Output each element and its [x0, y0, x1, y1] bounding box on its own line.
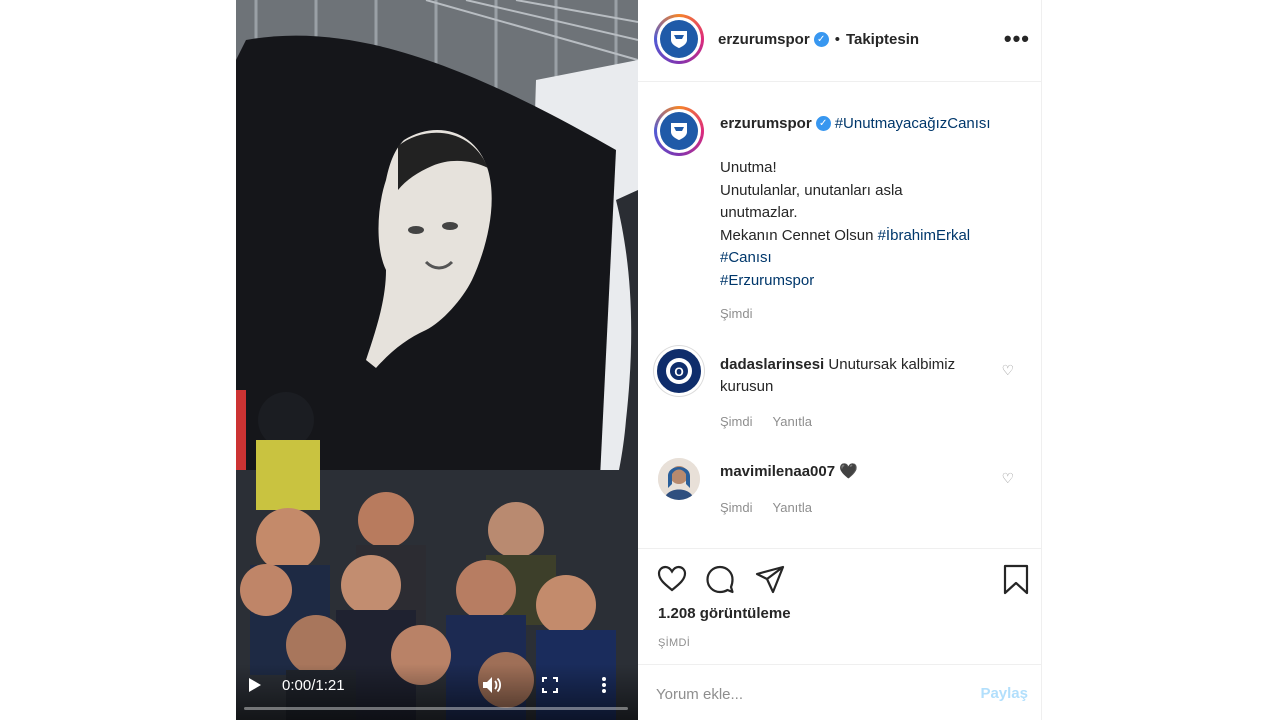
reply-button[interactable]: Yanıtla [773, 414, 813, 429]
bookmark-icon [1003, 564, 1029, 595]
caption-body: Unutma! Unutulanlar, unutanları asla unu… [720, 157, 1020, 292]
caption-hashtag[interactable]: #UnutmayacağızCanısı [835, 115, 991, 132]
volume-button[interactable] [480, 673, 504, 697]
fullscreen-button[interactable] [538, 673, 562, 697]
club-logo-icon [660, 20, 698, 58]
heart-icon[interactable]: ♡ [1001, 362, 1014, 379]
comment-button[interactable] [704, 563, 736, 595]
verified-icon: ✓ [815, 116, 831, 131]
current-time: 0:00 [282, 676, 312, 694]
comment-body: 🖤 [839, 463, 858, 480]
play-icon [249, 678, 261, 692]
caption-line-with-tag: Mekanın Cennet Olsun #İbrahimErkal [720, 225, 1020, 248]
save-button[interactable] [1000, 563, 1032, 595]
reply-button[interactable]: Yanıtla [773, 500, 813, 515]
caption-line: unutmazlar. [720, 204, 798, 221]
post-actions: 1.208 görüntüleme ŞİMDİ [638, 548, 1042, 664]
caption-username[interactable]: erzurumspor [720, 115, 812, 132]
user-photo-icon [658, 458, 700, 500]
caption-hashtag-line[interactable]: #Erzurumspor [720, 270, 1020, 293]
caption-header: erzurumspor ✓ #UnutmayacağızCanısı [720, 115, 991, 132]
caption-time: Şimdi [720, 306, 753, 321]
avatar[interactable]: O [654, 346, 704, 396]
comment-icon [706, 565, 734, 594]
volume-icon [483, 677, 502, 693]
comment-text: mavimilenaa007 🖤 [720, 461, 990, 483]
duration: 1:21 [315, 676, 345, 694]
progress-bar[interactable] [244, 707, 628, 710]
comment-meta: Şimdi Yanıtla [720, 500, 812, 515]
avatar[interactable] [654, 14, 704, 64]
header-separator: • [834, 31, 840, 48]
comment-username[interactable]: dadaslarinsesi [720, 356, 824, 373]
caption-line: Mekanın Cennet Olsun [720, 226, 874, 244]
video-more-button[interactable] [594, 673, 614, 697]
share-button[interactable] [754, 563, 786, 595]
caption-hashtag-line[interactable]: #Canısı [720, 247, 1020, 270]
comment-meta: Şimdi Yanıtla [720, 414, 812, 429]
comment-text: dadaslarinsesi Unutursak kalbimiz kurusu… [720, 354, 990, 398]
header-user: erzurumspor ✓ • Takiptesin [718, 31, 919, 48]
follow-status-button[interactable]: Takiptesin [846, 31, 919, 48]
view-count[interactable]: 1.208 görüntüleme [658, 605, 791, 622]
heart-icon[interactable]: ♡ [1001, 470, 1014, 487]
add-comment-bar: Paylaş [638, 664, 1042, 720]
post-header: erzurumspor ✓ • Takiptesin ••• [638, 0, 1042, 82]
verified-icon: ✓ [813, 32, 829, 47]
paper-plane-icon [755, 565, 785, 594]
svg-text:O: O [674, 365, 683, 379]
caption-line: Unutulanlar, unutanları asla [720, 181, 903, 199]
caption-inline-hashtag[interactable]: #İbrahimErkal [878, 227, 971, 244]
more-vertical-icon [602, 677, 606, 693]
video-player[interactable]: EA [236, 0, 638, 720]
club-logo-icon: O [666, 358, 692, 384]
caption-line: Unutma! [720, 159, 777, 176]
play-button[interactable] [244, 674, 266, 696]
like-button[interactable] [656, 563, 688, 595]
comment-time: Şimdi [720, 414, 753, 429]
heart-icon [657, 565, 687, 592]
comment-input[interactable] [656, 683, 956, 705]
video-frame: EA [236, 0, 638, 720]
more-horizontal-icon[interactable]: ••• [1004, 26, 1030, 52]
comment-username[interactable]: mavimilenaa007 [720, 463, 835, 480]
fullscreen-icon [542, 677, 558, 693]
club-logo-icon [660, 112, 698, 150]
time-display: 0:00 / 1:21 [282, 674, 345, 696]
post-comment-button[interactable]: Paylaş [980, 685, 1028, 702]
video-controls: 0:00 / 1:21 [236, 664, 638, 720]
avatar[interactable] [658, 458, 700, 500]
comment-time: Şimdi [720, 500, 753, 515]
caption-avatar[interactable] [654, 106, 704, 156]
instagram-post: EA [0, 0, 1280, 720]
post-timestamp: ŞİMDİ [658, 637, 691, 649]
post-panel: erzurumspor ✓ • Takiptesin ••• erzurumsp… [638, 0, 1042, 720]
header-username[interactable]: erzurumspor [718, 31, 810, 48]
